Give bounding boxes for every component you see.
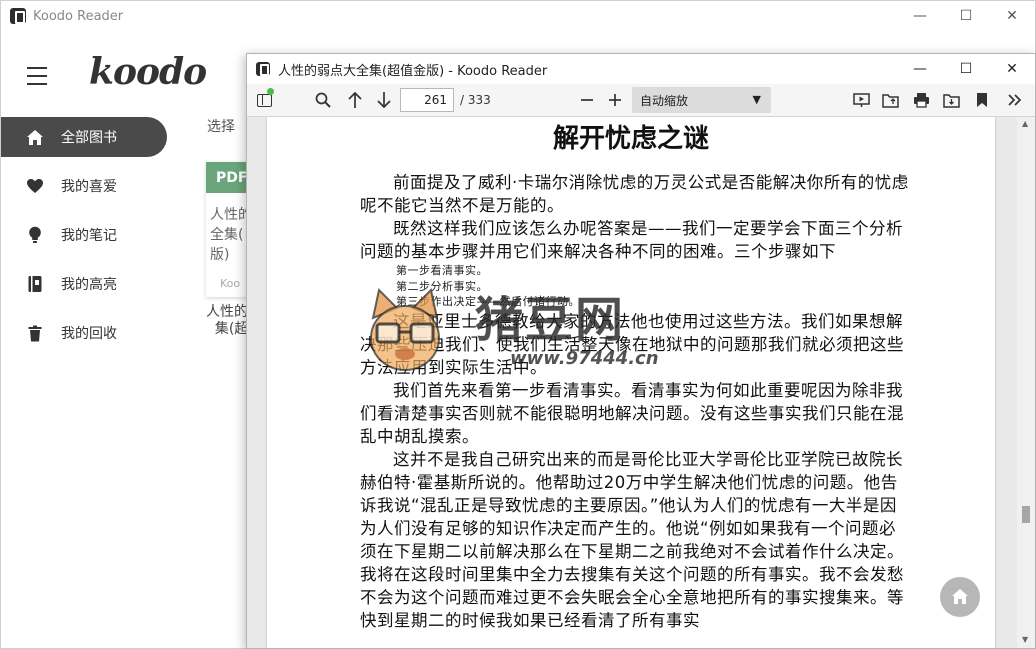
bookmark-button[interactable]	[972, 89, 992, 111]
arrow-up-icon	[348, 91, 362, 108]
presentation-mode-button[interactable]	[851, 89, 871, 111]
chevron-down-icon: ▼	[752, 93, 761, 106]
arrow-down-icon	[377, 92, 391, 109]
reader-minimize-button[interactable]: —	[897, 54, 943, 84]
koodo-app-icon	[256, 62, 270, 76]
step-item: 第三步作出决定——然后付诸行动。	[396, 295, 580, 309]
paragraph: 前面提及了威利·卡瑞尔消除忧虑的万灵公式是否能解决你所有的忧虑呢不能它当然不是万…	[360, 173, 909, 215]
presentation-icon	[852, 93, 870, 107]
menu-icon[interactable]	[27, 67, 47, 85]
pdf-viewer[interactable]: 解开忧虑之谜 前面提及了威利·卡瑞尔消除忧虑的万灵公式是否能解决你所有的忧虑呢不…	[247, 117, 1035, 648]
notification-dot	[267, 88, 274, 95]
step-item: 第一步看清事实。	[396, 264, 488, 277]
zoom-out-button[interactable]	[577, 89, 597, 111]
more-tools-button[interactable]	[1005, 89, 1025, 111]
reader-close-button[interactable]: ✕	[989, 54, 1035, 84]
pdf-toolbar: / 333 自动缩放 ▼	[247, 84, 1035, 117]
home-button[interactable]	[940, 577, 980, 617]
step-item: 第二步分析事实。	[396, 279, 488, 293]
sidebar-item-favorites[interactable]: 我的喜爱	[1, 166, 171, 206]
paragraph: 我们首先来看第一步看清事实。看清事实为何如此重要呢因为除非我们看清楚事实否则就不…	[360, 381, 904, 447]
chapter-title: 解开忧虑之谜	[552, 124, 709, 154]
sidebar-toggle-icon	[256, 93, 272, 107]
printer-icon	[913, 93, 929, 108]
download-button[interactable]	[941, 89, 961, 111]
main-titlebar: Koodo Reader — ☐ ✕	[1, 1, 1035, 31]
scrollbar-thumb[interactable]	[1022, 506, 1030, 523]
koodo-app-icon	[10, 8, 26, 24]
maximize-button[interactable]: ☐	[943, 1, 989, 31]
bulb-icon	[25, 225, 45, 245]
book-name[interactable]: 人性的 集(超	[206, 304, 248, 338]
scroll-up-arrow-icon[interactable]: ▲	[1022, 119, 1028, 128]
koodo-logo: koodo	[89, 51, 207, 93]
double-chevron-right-icon	[1008, 94, 1022, 106]
sidebar-item-highlights[interactable]: 我的高亮	[1, 264, 171, 304]
main-window-controls: — ☐ ✕	[897, 1, 1035, 31]
bookmark-icon	[977, 93, 987, 107]
sidebar-item-notes[interactable]: 我的笔记	[1, 215, 171, 255]
minus-icon	[581, 99, 593, 101]
vertical-scrollbar[interactable]: ▲ ▼	[1017, 117, 1035, 648]
trash-icon	[25, 323, 45, 343]
home-icon	[952, 589, 968, 604]
sidebar-item-label: 我的笔记	[61, 228, 117, 244]
highlight-book-icon	[25, 274, 45, 294]
find-button[interactable]	[313, 89, 333, 111]
sidebar-item-label: 我的高亮	[61, 277, 117, 293]
page-number-input[interactable]	[400, 88, 454, 112]
save-folder-icon	[942, 93, 960, 108]
open-file-button[interactable]	[880, 89, 900, 111]
plus-icon	[609, 94, 621, 106]
pdf-page: 解开忧虑之谜 前面提及了威利·卡瑞尔消除忧虑的万灵公式是否能解决你所有的忧虑呢不…	[267, 117, 995, 648]
sidebar-nav: 全部图书 我的喜爱 我的笔记 我的高亮 我的回收	[1, 117, 171, 362]
reader-titlebar: 人性的弱点大全集(超值金版) - Koodo Reader — ☐ ✕	[247, 54, 1035, 84]
sidebar-item-label: 我的喜爱	[61, 179, 117, 195]
search-icon	[315, 92, 331, 108]
folder-icon	[881, 93, 899, 108]
page-body: 前面提及了威利·卡瑞尔消除忧虑的万灵公式是否能解决你所有的忧虑呢不能它当然不是万…	[360, 171, 910, 632]
paragraph: 既然这样我们应该怎么办呢答案是——我们一定要学会下面三个分析问题的基本步骤并用它…	[360, 219, 903, 261]
paragraph: 这并不是我自己研究出来的而是哥伦比亚大学哥伦比亚学院已故院长赫伯特·霍基斯所说的…	[360, 450, 904, 631]
close-button[interactable]: ✕	[989, 1, 1035, 31]
sidebar-item-label: 我的回收	[61, 326, 117, 342]
steps-list: 第一步看清事实。 第二步分析事实。 第三步作出决定——然后付诸行动。	[360, 263, 910, 310]
home-icon	[25, 127, 45, 147]
page-total: / 333	[460, 93, 491, 107]
reader-maximize-button[interactable]: ☐	[943, 54, 989, 84]
minimize-button[interactable]: —	[897, 1, 943, 31]
select-button[interactable]: 选择	[207, 116, 235, 136]
zoom-select-value: 自动缩放	[640, 93, 689, 108]
zoom-in-button[interactable]	[605, 89, 625, 111]
previous-page-button[interactable]	[345, 89, 365, 111]
next-page-button[interactable]	[374, 89, 394, 111]
reader-window-title: 人性的弱点大全集(超值金版) - Koodo Reader	[278, 63, 548, 79]
paragraph: 这是亚里士多德教给大家的方法他也使用过这些方法。我们如果想解决那些压迫我们、使我…	[360, 312, 904, 378]
zoom-select[interactable]: 自动缩放 ▼	[632, 87, 771, 113]
main-window-title: Koodo Reader	[33, 8, 124, 24]
reader-window-controls: — ☐ ✕	[897, 54, 1035, 84]
sidebar-item-label: 全部图书	[61, 130, 117, 146]
sidebar-item-all-books[interactable]: 全部图书	[1, 117, 167, 157]
scroll-down-arrow-icon[interactable]: ▼	[1022, 635, 1028, 644]
sidebar-item-trash[interactable]: 我的回收	[1, 313, 171, 353]
heart-icon	[25, 176, 45, 196]
reader-window: 人性的弱点大全集(超值金版) - Koodo Reader — ☐ ✕ / 33…	[246, 53, 1036, 649]
print-button[interactable]	[911, 89, 931, 111]
